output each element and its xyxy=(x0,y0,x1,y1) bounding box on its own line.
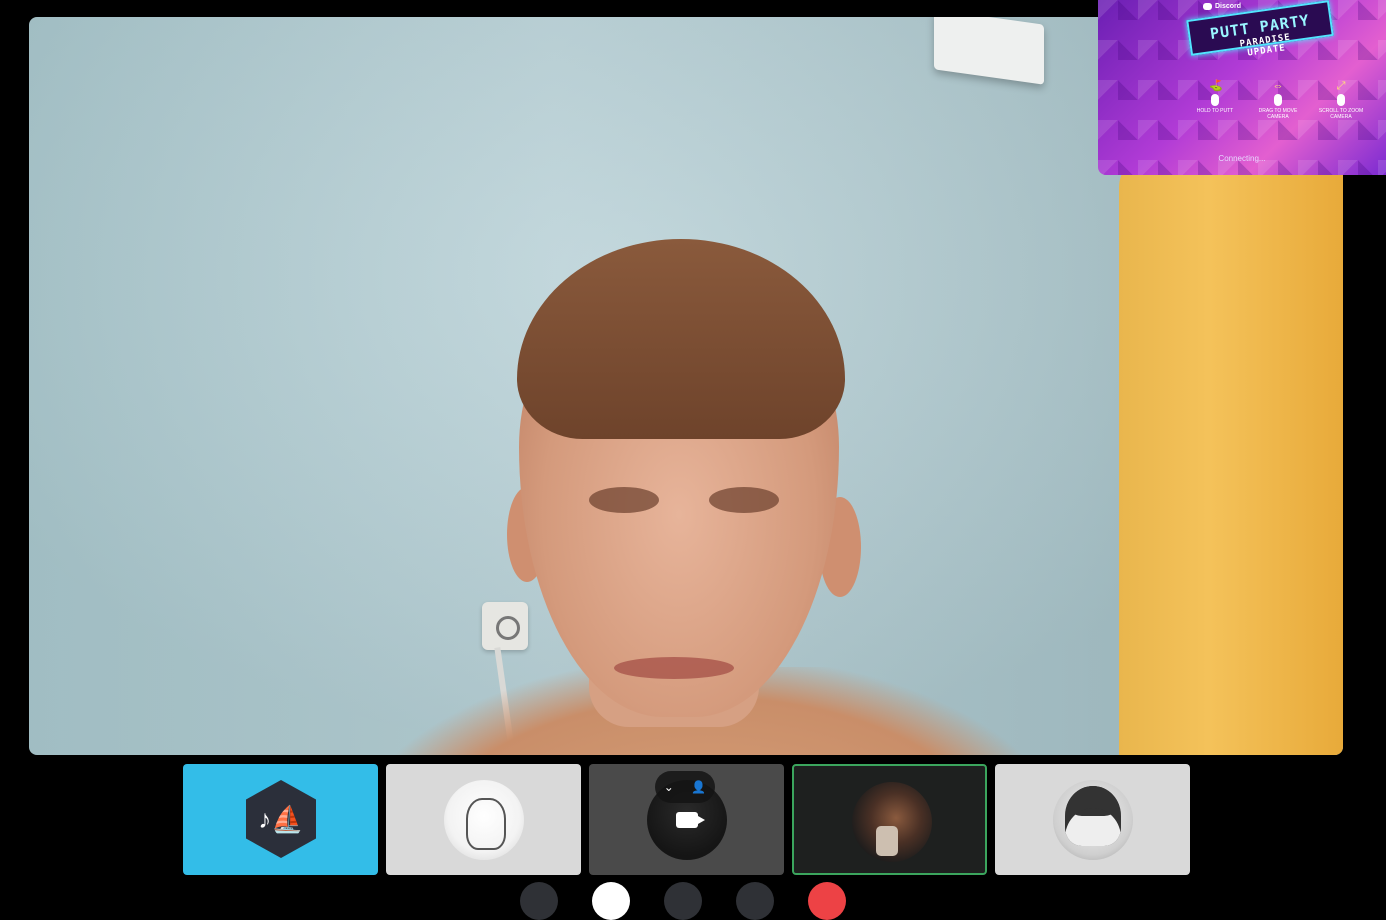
control-hint: ⛳ HOLD TO PUTT xyxy=(1188,80,1242,120)
zoom-icon: ⤢ xyxy=(1336,80,1346,92)
tile-hover-controls[interactable]: ⌄ 👤 xyxy=(655,771,715,803)
participant-tile-camera-user[interactable]: ⌄ 👤 xyxy=(589,764,784,875)
curtain xyxy=(1119,157,1343,755)
golf-club-icon: ⛳ xyxy=(1209,80,1223,92)
chevron-down-icon[interactable]: ⌄ xyxy=(664,780,674,794)
left-eye xyxy=(589,487,659,513)
mouth xyxy=(614,657,734,679)
control-label: HOLD TO PUTT xyxy=(1196,108,1234,114)
discord-brand: Discord xyxy=(1203,3,1241,10)
right-eye xyxy=(709,487,779,513)
wall-outlet xyxy=(482,602,528,650)
control-hint: ⇔ DRAG TO MOVE CAMERA xyxy=(1251,80,1305,120)
control-label: DRAG TO MOVE CAMERA xyxy=(1258,108,1298,120)
users-icon[interactable]: 👤 xyxy=(691,780,706,794)
discord-brand-text: Discord xyxy=(1215,3,1242,10)
game-controls-help: ⛳ HOLD TO PUTT ⇔ DRAG TO MOVE CAMERA ⤢ S… xyxy=(1188,80,1368,120)
participant-strip: ♪⛵ ⌄ 👤 xyxy=(183,764,1190,876)
participant-tile-anime[interactable] xyxy=(386,764,581,875)
mouse-icon xyxy=(1211,94,1219,106)
avatar xyxy=(852,782,932,862)
control-label: SCROLL TO ZOOM CAMERA xyxy=(1318,108,1364,120)
control-hint: ⤢ SCROLL TO ZOOM CAMERA xyxy=(1314,80,1368,120)
avatar xyxy=(444,780,524,860)
mouse-icon xyxy=(1337,94,1345,106)
connection-status: Connecting... xyxy=(1218,154,1266,163)
video-camera-icon xyxy=(676,812,705,828)
participant-tile-music-bot[interactable]: ♪⛵ xyxy=(183,764,378,875)
call-controls-dock xyxy=(520,882,880,920)
move-camera-icon: ⇔ xyxy=(1272,80,1284,92)
mouse-icon xyxy=(1274,94,1282,106)
sailboat-music-icon: ♪⛵ xyxy=(246,780,316,858)
participant-tile-bw[interactable] xyxy=(995,764,1190,875)
activity-pip-window[interactable]: Discord PUTT PARTY PARADISE UPDATE ⛳ HOL… xyxy=(1098,0,1386,175)
discord-icon xyxy=(1203,3,1212,10)
participant-tile-speaking[interactable] xyxy=(792,764,987,875)
avatar xyxy=(1053,780,1133,860)
